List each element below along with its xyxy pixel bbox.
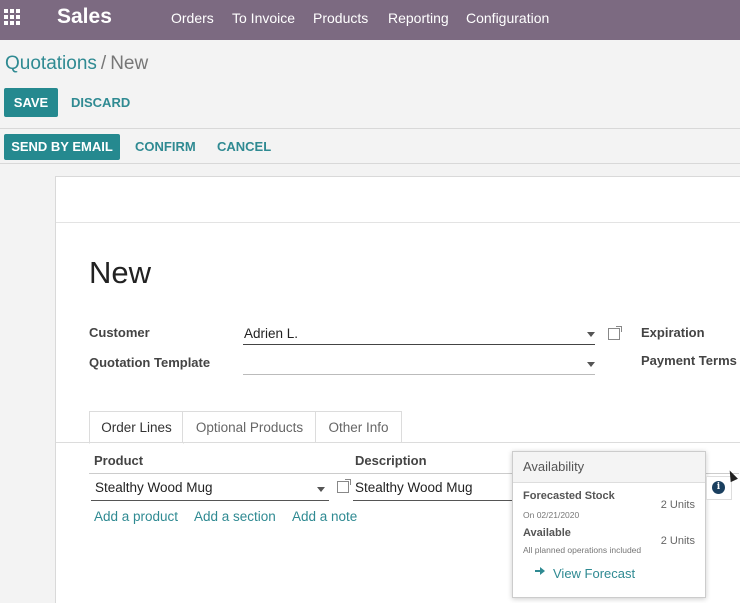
customer-value: Adrien L.	[244, 326, 299, 341]
available-note: All planned operations included	[523, 545, 642, 555]
record-title: New	[89, 255, 152, 290]
availability-popover: Availability Forecasted Stock On 02/21/2…	[512, 451, 706, 598]
quotation-template-field[interactable]	[243, 355, 595, 375]
sheet-header-divider	[56, 222, 740, 223]
quotation-template-label: Quotation Template	[89, 355, 211, 370]
tab-optional-products[interactable]: Optional Products	[182, 411, 317, 443]
caret-down-icon[interactable]	[317, 487, 325, 492]
tab-order-lines[interactable]: Order Lines	[89, 411, 184, 444]
column-header-product[interactable]: Product	[94, 453, 143, 468]
menu-products[interactable]: Products	[313, 10, 368, 26]
available-value: 2 Units	[660, 535, 695, 547]
breadcrumb-quotations[interactable]: Quotations	[5, 53, 97, 74]
breadcrumb-current: New	[110, 53, 149, 74]
discard-button[interactable]: DISCARD	[71, 95, 130, 110]
caret-down-icon[interactable]	[587, 332, 595, 337]
menu-reporting[interactable]: Reporting	[388, 10, 449, 26]
description-input-underline	[353, 500, 513, 501]
add-section-link[interactable]: Add a section	[194, 509, 276, 524]
forecasted-date: On 02/21/2020	[523, 510, 580, 520]
customer-field[interactable]: Adrien L.	[243, 325, 595, 345]
caret-down-icon[interactable]	[587, 362, 595, 367]
statusbar-divider	[0, 163, 740, 164]
product-input-underline	[91, 500, 329, 501]
info-icon: i	[712, 481, 725, 494]
tab-other-info[interactable]: Other Info	[315, 411, 402, 443]
menu-configuration[interactable]: Configuration	[466, 10, 549, 26]
save-button[interactable]: SAVE	[4, 88, 58, 117]
send-by-email-button[interactable]: SEND BY EMAIL	[4, 134, 120, 160]
add-note-link[interactable]: Add a note	[292, 509, 357, 524]
forecasted-stock-label: Forecasted Stock	[523, 490, 615, 502]
description-cell[interactable]: Stealthy Wood Mug	[355, 480, 473, 495]
app-title[interactable]: Sales	[57, 5, 112, 29]
forecasted-stock-value: 2 Units	[660, 499, 695, 511]
availability-info-button[interactable]: i	[706, 476, 732, 500]
external-link-icon[interactable]	[608, 326, 622, 340]
apps-grid-icon[interactable]	[4, 9, 24, 29]
cancel-button[interactable]: CANCEL	[217, 139, 271, 154]
top-navbar: Sales Orders To Invoice Products Reporti…	[0, 0, 740, 40]
view-forecast-label: View Forecast	[553, 566, 636, 581]
arrow-right-icon	[535, 567, 545, 575]
tab-divider	[56, 442, 740, 443]
payment-terms-label: Payment Terms	[641, 353, 737, 368]
column-header-description[interactable]: Description	[355, 453, 427, 468]
menu-to-invoice[interactable]: To Invoice	[232, 10, 295, 26]
breadcrumb: Quotations / New	[5, 53, 148, 75]
control-panel-divider	[0, 128, 740, 129]
add-product-link[interactable]: Add a product	[94, 509, 178, 524]
confirm-button[interactable]: CONFIRM	[135, 139, 196, 154]
available-label: Available	[523, 527, 571, 539]
breadcrumb-separator: /	[100, 53, 107, 74]
popover-title: Availability	[513, 452, 705, 483]
menu-orders[interactable]: Orders	[171, 10, 214, 26]
external-link-icon[interactable]	[337, 479, 351, 493]
product-cell[interactable]: Stealthy Wood Mug	[95, 480, 213, 495]
expiration-label: Expiration	[641, 325, 705, 340]
customer-label: Customer	[89, 325, 150, 340]
